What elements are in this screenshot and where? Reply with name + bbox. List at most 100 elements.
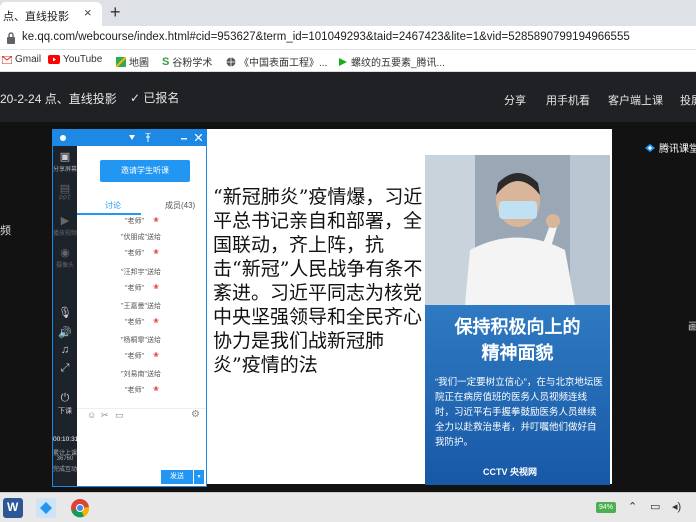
chat-input[interactable] — [77, 423, 206, 467]
bookmark-scholar[interactable]: S 谷粉学术 — [162, 54, 212, 70]
bookmark-gmail[interactable]: Gmail — [2, 54, 41, 65]
bookmark-label: Gmail — [15, 54, 42, 65]
client-class-button[interactable]: 客户端上课 — [608, 92, 663, 108]
share-screen-button[interactable]: ▣ 分享屏幕 — [53, 150, 77, 173]
chat-input-toolbar: ☺ ✂ ▭ ⚙ — [77, 408, 206, 422]
tencent-classroom-icon — [645, 143, 655, 152]
ppt-icon: ▤ — [59, 183, 71, 195]
tool-label: 摄像头 — [55, 263, 74, 269]
class-control-panel: ▣ 分享屏幕 ▤ PPT ▶ 播放视频 ◉ 摄像头 🎙 🔊 ♫ ⤢ ⏻ 下课 0… — [52, 129, 207, 487]
tab-members[interactable]: 成员(43) — [165, 200, 195, 211]
image-icon[interactable]: ▭ — [115, 410, 124, 421]
scissors-icon[interactable]: ✂ — [101, 410, 109, 421]
music-icon: ♫ — [60, 344, 70, 356]
stats-line-2: 36760 — [56, 456, 74, 462]
watch-on-phone-button[interactable]: 用手机看 — [546, 92, 590, 108]
bookmarks-bar: Gmail YouTube 地圖 S 谷粉学术 《中国表面工程》... 螺纹的五… — [0, 50, 696, 72]
volume-icon[interactable]: ◂) — [672, 500, 681, 513]
address-bar[interactable]: ke.qq.com/webcourse/index.html#cid=95362… — [0, 26, 696, 50]
panel-body: “我们一定要树立信心”，在与北京地坛医院正在病房值班的医务人员视频连线时，习近平… — [435, 377, 603, 448]
gift-recipient: "老师" — [125, 387, 144, 394]
browser-tab[interactable]: 点、直线投影 × — [0, 2, 102, 26]
bookmark-maps[interactable]: 地圖 — [116, 54, 149, 69]
send-button[interactable]: 发送 — [161, 470, 193, 484]
chevron-down-icon[interactable] — [129, 135, 135, 140]
tool-label: PPT — [59, 196, 71, 202]
gift-sender: "刘易南"送给 — [121, 371, 161, 378]
tab-title: 点、直线投影 — [3, 11, 69, 23]
chrome-icon — [71, 499, 90, 518]
gift-sender: "杨桐霏"送给 — [121, 337, 161, 344]
bookmark-label: 螺纹的五要素_腾讯... — [351, 58, 445, 69]
gift-recipient: "老师" — [125, 250, 144, 257]
invite-students-button[interactable]: 邀请学生听课 — [100, 160, 190, 182]
flower-icon: ❀ — [153, 318, 159, 325]
url-text[interactable]: ke.qq.com/webcourse/index.html#cid=95362… — [22, 31, 630, 43]
panel-title-bar[interactable] — [53, 130, 206, 146]
share-button[interactable]: 分享 — [504, 92, 526, 108]
network-icon[interactable]: ▭ — [650, 500, 660, 513]
tab-discussion[interactable]: 讨论 — [105, 200, 121, 211]
gift-recipient: "老师" — [125, 218, 144, 225]
flower-icon: ❀ — [153, 352, 159, 359]
ppt-button[interactable]: ▤ PPT — [53, 182, 77, 202]
wps-app-icon[interactable]: W — [3, 498, 23, 518]
tool-column: ▣ 分享屏幕 ▤ PPT ▶ 播放视频 ◉ 摄像头 🎙 🔊 ♫ ⤢ ⏻ 下课 0… — [53, 146, 78, 486]
pin-icon[interactable] — [145, 133, 151, 142]
end-class-icon: ⏻ — [60, 392, 70, 404]
mic-icon: 🎙 — [58, 307, 72, 319]
bookmark-journal[interactable]: 《中国表面工程》... — [226, 54, 327, 69]
presentation-slide: “新冠肺炎”疫情爆，习近平总书记亲自和部署，全国联动，齐上阵，抗击“新冠”人民战… — [207, 129, 612, 485]
end-class-button[interactable]: ⏻ 下课 — [53, 392, 77, 416]
slide-body-text: “新冠肺炎”疫情爆，习近平总书记亲自和部署，全国联动，齐上阵，抗击“新冠”人民战… — [213, 186, 423, 376]
play-video-button[interactable]: ▶ 播放视频 — [53, 214, 77, 237]
emoji-icon[interactable]: ☺ — [87, 410, 96, 420]
close-icon[interactable] — [195, 134, 202, 141]
video-player[interactable]: 频 画 腾讯课堂 “新冠肺炎”疫情爆，习近平总书记亲自和部署，全国联动，齐上阵，… — [0, 122, 696, 492]
gift-recipient: "老师" — [125, 319, 144, 326]
globe-icon — [226, 57, 236, 66]
speaker-icon: 🔊 — [58, 327, 72, 339]
lock-icon[interactable] — [6, 32, 16, 44]
tencent-classroom-icon — [40, 502, 52, 514]
course-header: 20-2-24 点、直线投影 ✓ 已报名 分享 用手机看 客户端上课 投屏 — [0, 72, 696, 122]
settings-icon[interactable]: ⚙ — [191, 409, 200, 420]
camera-button[interactable]: ◉ 摄像头 — [53, 246, 77, 269]
gift-recipient: "老师" — [125, 353, 144, 360]
camera-icon: ◉ — [60, 247, 70, 259]
maps-icon — [116, 56, 126, 67]
mic-button[interactable]: 🎙 — [53, 306, 77, 320]
bookmark-label: 《中国表面工程》... — [239, 58, 328, 69]
flower-icon: ❀ — [153, 249, 159, 256]
browser-tab-strip: 点、直线投影 × + — [0, 0, 696, 26]
close-tab-icon[interactable]: × — [84, 5, 92, 20]
bookmark-youtube[interactable]: YouTube — [48, 54, 102, 65]
chrome-app-icon[interactable] — [70, 498, 90, 518]
brand-label: 腾讯课堂 — [659, 144, 696, 155]
play-video-icon: ▶ — [60, 215, 70, 227]
discussion-message-list[interactable]: "老师" ❀ "伏朋成"送给 "老师" ❀ "汪邦宇"送给 "老师" ❀ "王嘉… — [77, 216, 206, 406]
course-title: 20-2-24 点、直线投影 — [0, 92, 117, 106]
expand-icon: ⤢ — [60, 362, 70, 374]
active-tab-indicator — [77, 213, 141, 215]
send-options-icon[interactable]: ▾ — [194, 470, 204, 484]
tool-label: 下课 — [58, 408, 72, 415]
new-tab-button[interactable]: + — [110, 2, 121, 23]
expand-button[interactable]: ⤢ — [53, 362, 77, 376]
taskbar: W 94% ⌃ ▭ ◂) — [0, 492, 696, 522]
cast-button[interactable]: 投屏 — [680, 92, 696, 108]
music-button[interactable]: ♫ — [53, 344, 77, 357]
panel-title-line-1: 保持积极向上的 — [454, 317, 581, 338]
tencent-classroom-app-icon[interactable] — [36, 498, 56, 518]
chevron-up-icon[interactable]: ⌃ — [628, 500, 637, 513]
youtube-icon — [48, 55, 60, 64]
share-screen-icon: ▣ — [59, 151, 71, 163]
doctor-photo-illustration — [425, 155, 610, 305]
minimize-icon[interactable] — [181, 138, 187, 140]
bookmark-label: 地圖 — [129, 58, 149, 69]
speaker-button[interactable]: 🔊 — [53, 326, 77, 340]
battery-indicator[interactable]: 94% — [596, 502, 616, 513]
tool-label: 播放视频 — [53, 231, 78, 237]
enrolled-status: ✓ 已报名 — [130, 91, 180, 105]
bookmark-thread-video[interactable]: 螺纹的五要素_腾讯... — [338, 54, 445, 69]
